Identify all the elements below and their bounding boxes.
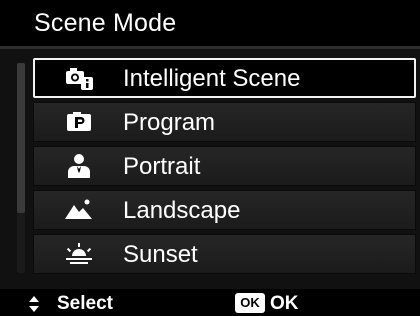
- menu-item-label: Landscape: [123, 197, 241, 224]
- ok-button-icon: OK: [235, 293, 265, 313]
- menu-item-landscape[interactable]: Landscape: [33, 190, 416, 230]
- landscape-icon: [64, 197, 94, 223]
- intelligent-scene-icon: [64, 65, 94, 91]
- sunset-icon: [64, 241, 94, 267]
- portrait-icon: [64, 153, 94, 179]
- select-hint: Select: [57, 293, 113, 314]
- menu-item-intelligent-scene[interactable]: Intelligent Scene: [33, 58, 416, 98]
- program-icon: [64, 109, 94, 135]
- footer-bar: Select OK OK: [0, 290, 420, 316]
- up-down-arrows-icon: [28, 295, 40, 313]
- menu-item-sunset[interactable]: Sunset: [33, 234, 416, 274]
- scrollbar-thumb[interactable]: [17, 63, 25, 213]
- scene-mode-list: Intelligent Scene Program Portrait Lands…: [33, 58, 418, 278]
- menu-item-program[interactable]: Program: [33, 102, 416, 142]
- scrollbar[interactable]: [17, 63, 25, 273]
- camera-screen: Scene Mode Intelligent Scene Program Por…: [0, 0, 420, 316]
- menu-item-label: Intelligent Scene: [123, 65, 301, 92]
- menu-item-portrait[interactable]: Portrait: [33, 146, 416, 186]
- menu-item-label: Sunset: [123, 241, 198, 268]
- title-bar: Scene Mode: [0, 0, 420, 46]
- ok-hint: OK: [270, 293, 299, 314]
- page-title: Scene Mode: [34, 9, 177, 37]
- menu-item-label: Program: [123, 109, 216, 136]
- menu-item-label: Portrait: [123, 153, 201, 180]
